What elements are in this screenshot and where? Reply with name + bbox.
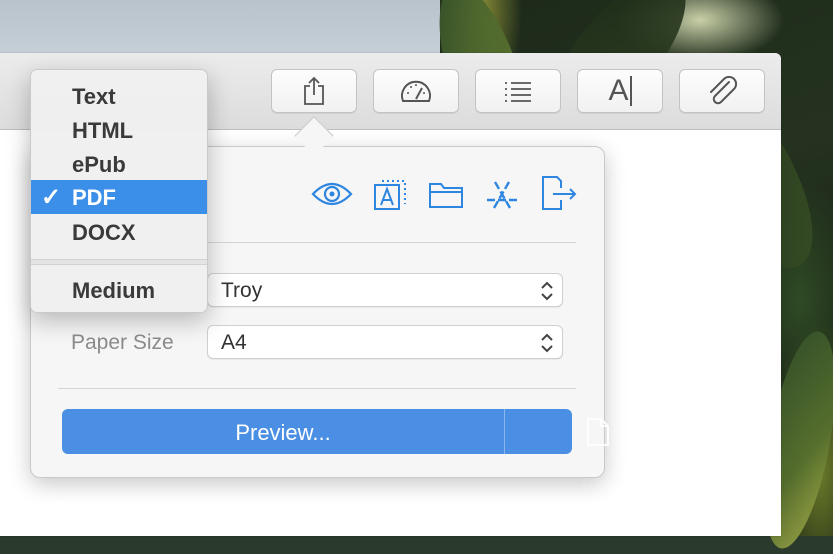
theme-select[interactable]: Troy bbox=[207, 273, 563, 307]
preview-button-label: Preview... bbox=[235, 420, 331, 445]
desktop-wallpaper-sky bbox=[0, 0, 470, 60]
share-icon bbox=[301, 76, 327, 106]
chevron-updown-icon bbox=[540, 280, 554, 307]
list-icon bbox=[503, 80, 533, 102]
statistics-button[interactable] bbox=[373, 69, 459, 113]
menu-item-docx[interactable]: DOCX bbox=[31, 215, 207, 249]
paper-size-select[interactable]: A4 bbox=[207, 325, 563, 359]
preview-button-separator bbox=[504, 409, 505, 454]
attachment-button[interactable] bbox=[679, 69, 765, 113]
chevron-updown-icon bbox=[540, 332, 554, 359]
checkmark-icon: ✓ bbox=[41, 184, 62, 211]
menu-item-medium[interactable]: Medium bbox=[31, 273, 207, 307]
paper-size-value: A4 bbox=[221, 331, 247, 354]
popover-divider-bottom bbox=[58, 388, 576, 389]
menu-item-pdf[interactable]: ✓ PDF bbox=[31, 180, 207, 214]
document-icon bbox=[586, 417, 610, 453]
speedometer-icon bbox=[399, 77, 433, 105]
eye-icon[interactable] bbox=[311, 176, 353, 212]
typography-button[interactable]: A bbox=[577, 69, 663, 113]
outline-button[interactable] bbox=[475, 69, 561, 113]
text-cursor-icon: A bbox=[608, 74, 632, 108]
export-icon[interactable] bbox=[539, 176, 579, 212]
menu-item-epub[interactable]: ePub bbox=[31, 147, 207, 181]
menu-item-html[interactable]: HTML bbox=[31, 113, 207, 147]
menu-item-text[interactable]: Text bbox=[31, 79, 207, 113]
menu-separator bbox=[31, 259, 207, 265]
text-box-icon[interactable] bbox=[372, 176, 408, 212]
theme-select-value: Troy bbox=[221, 279, 263, 302]
app-store-icon[interactable] bbox=[483, 176, 521, 212]
share-button[interactable] bbox=[271, 69, 357, 113]
format-menu: Text HTML ePub ✓ PDF DOCX Medium bbox=[30, 69, 208, 313]
preview-button[interactable]: Preview... bbox=[62, 409, 609, 454]
folder-icon[interactable] bbox=[428, 176, 464, 212]
paper-size-label: Paper Size bbox=[71, 331, 174, 354]
paperclip-icon bbox=[705, 76, 739, 106]
